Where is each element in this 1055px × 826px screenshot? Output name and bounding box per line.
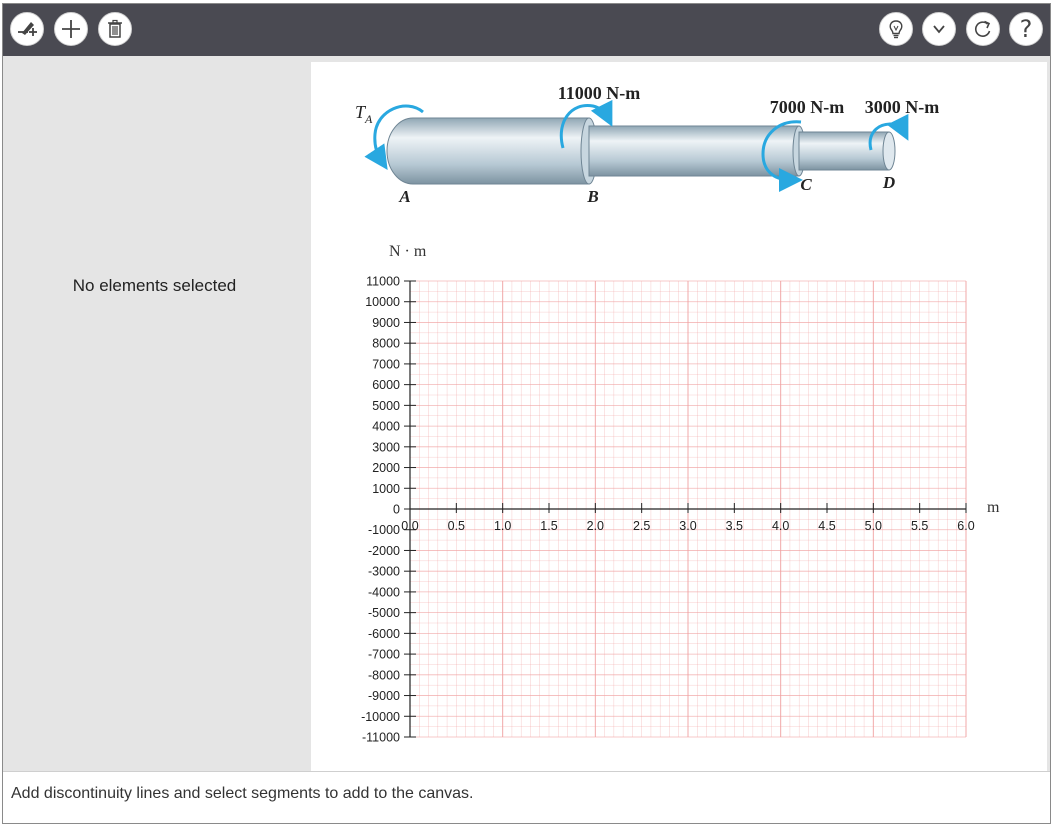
x-tick-label: 0.0 <box>401 519 418 533</box>
canvas-area: TA 11000 N-m 7000 N-m 3000 N-m A B C D 1… <box>306 56 1050 772</box>
drawing-canvas[interactable]: TA 11000 N-m 7000 N-m 3000 N-m A B C D 1… <box>311 62 1047 772</box>
pencil-plus-icon <box>18 22 37 36</box>
x-axis-label: m <box>987 499 1000 516</box>
shaft-segment-cd <box>798 131 890 171</box>
x-tick-label: 1.5 <box>540 519 557 533</box>
torque-diagram-chart[interactable]: 1100010000900080007000600050004000300020… <box>361 243 1000 745</box>
shaft-end-d <box>882 131 896 171</box>
y-tick-label: -3000 <box>368 565 400 579</box>
lightbulb-icon <box>889 20 903 39</box>
x-tick-label: 2.5 <box>633 519 650 533</box>
chevron-down-icon <box>933 25 945 34</box>
point-label-c: C <box>800 175 812 194</box>
y-tick-label: -10000 <box>361 710 400 724</box>
shaft <box>386 117 896 185</box>
y-tick-label: 8000 <box>372 337 400 351</box>
y-tick-label: 1000 <box>372 482 400 496</box>
y-tick-label: 11000 <box>366 275 400 289</box>
torque-label-d: 3000 N-m <box>865 97 940 117</box>
delete-button[interactable] <box>98 12 132 46</box>
y-tick-label: 3000 <box>372 440 400 454</box>
y-tick-labels: 1100010000900080007000600050004000300020… <box>361 275 416 745</box>
y-tick-label: -6000 <box>368 627 400 641</box>
plus-icon <box>62 20 80 38</box>
y-tick-label: -7000 <box>368 648 400 662</box>
x-tick-label: 4.5 <box>818 519 835 533</box>
point-label-a: A <box>398 187 410 206</box>
y-tick-label: -11000 <box>362 731 400 745</box>
y-tick-label: -4000 <box>368 585 400 599</box>
point-label-d: D <box>882 173 895 192</box>
y-tick-label: 9000 <box>372 316 400 330</box>
x-tick-label: 1.0 <box>494 519 511 533</box>
shaft-segment-ab <box>386 117 590 185</box>
y-tick-label: 6000 <box>372 378 400 392</box>
torque-label-ta: TA <box>355 102 373 126</box>
y-tick-label: -8000 <box>368 668 400 682</box>
y-tick-label: 10000 <box>365 295 400 309</box>
add-discontinuity-button[interactable] <box>10 12 44 46</box>
y-axis-label: N · m <box>389 243 427 260</box>
torque-label-c: 7000 N-m <box>770 97 845 117</box>
y-tick-label: 5000 <box>372 399 400 413</box>
x-tick-label: 2.0 <box>587 519 604 533</box>
question-mark-icon: ? <box>1019 15 1033 43</box>
refresh-icon <box>975 20 991 37</box>
y-tick-label: -2000 <box>368 544 400 558</box>
app-frame: ? No elements selected TA 11000 N-m 7000… <box>2 3 1051 824</box>
status-bar: Add discontinuity lines and select segme… <box>3 771 1050 823</box>
inspector-panel: No elements selected <box>3 56 306 771</box>
add-segment-button[interactable] <box>54 12 88 46</box>
status-message: Add discontinuity lines and select segme… <box>11 785 474 802</box>
trash-icon <box>108 19 122 38</box>
y-tick-label: -5000 <box>368 606 400 620</box>
y-tick-label: 0 <box>393 503 400 517</box>
x-tick-label: 5.0 <box>865 519 882 533</box>
more-options-button[interactable] <box>922 12 956 46</box>
selection-status: No elements selected <box>72 276 237 295</box>
y-tick-label: 2000 <box>372 461 400 475</box>
x-tick-label: 0.5 <box>448 519 465 533</box>
y-tick-label: 7000 <box>372 357 400 371</box>
torque-label-b: 11000 N-m <box>558 83 641 103</box>
help-button[interactable]: ? <box>1009 12 1043 46</box>
x-tick-label: 4.0 <box>772 519 789 533</box>
y-tick-label: -1000 <box>368 523 400 537</box>
x-tick-label: 5.5 <box>911 519 928 533</box>
y-tick-label: 4000 <box>372 420 400 434</box>
x-tick-label: 3.0 <box>679 519 696 533</box>
toolbar: ? <box>3 4 1050 56</box>
y-tick-label: -9000 <box>368 689 400 703</box>
reset-button[interactable] <box>966 12 1000 46</box>
problem-figure: TA 11000 N-m 7000 N-m 3000 N-m A B C D 1… <box>355 83 1000 745</box>
hint-button[interactable] <box>879 12 913 46</box>
x-tick-label: 6.0 <box>957 519 974 533</box>
x-tick-label: 3.5 <box>726 519 743 533</box>
point-label-b: B <box>586 187 598 206</box>
